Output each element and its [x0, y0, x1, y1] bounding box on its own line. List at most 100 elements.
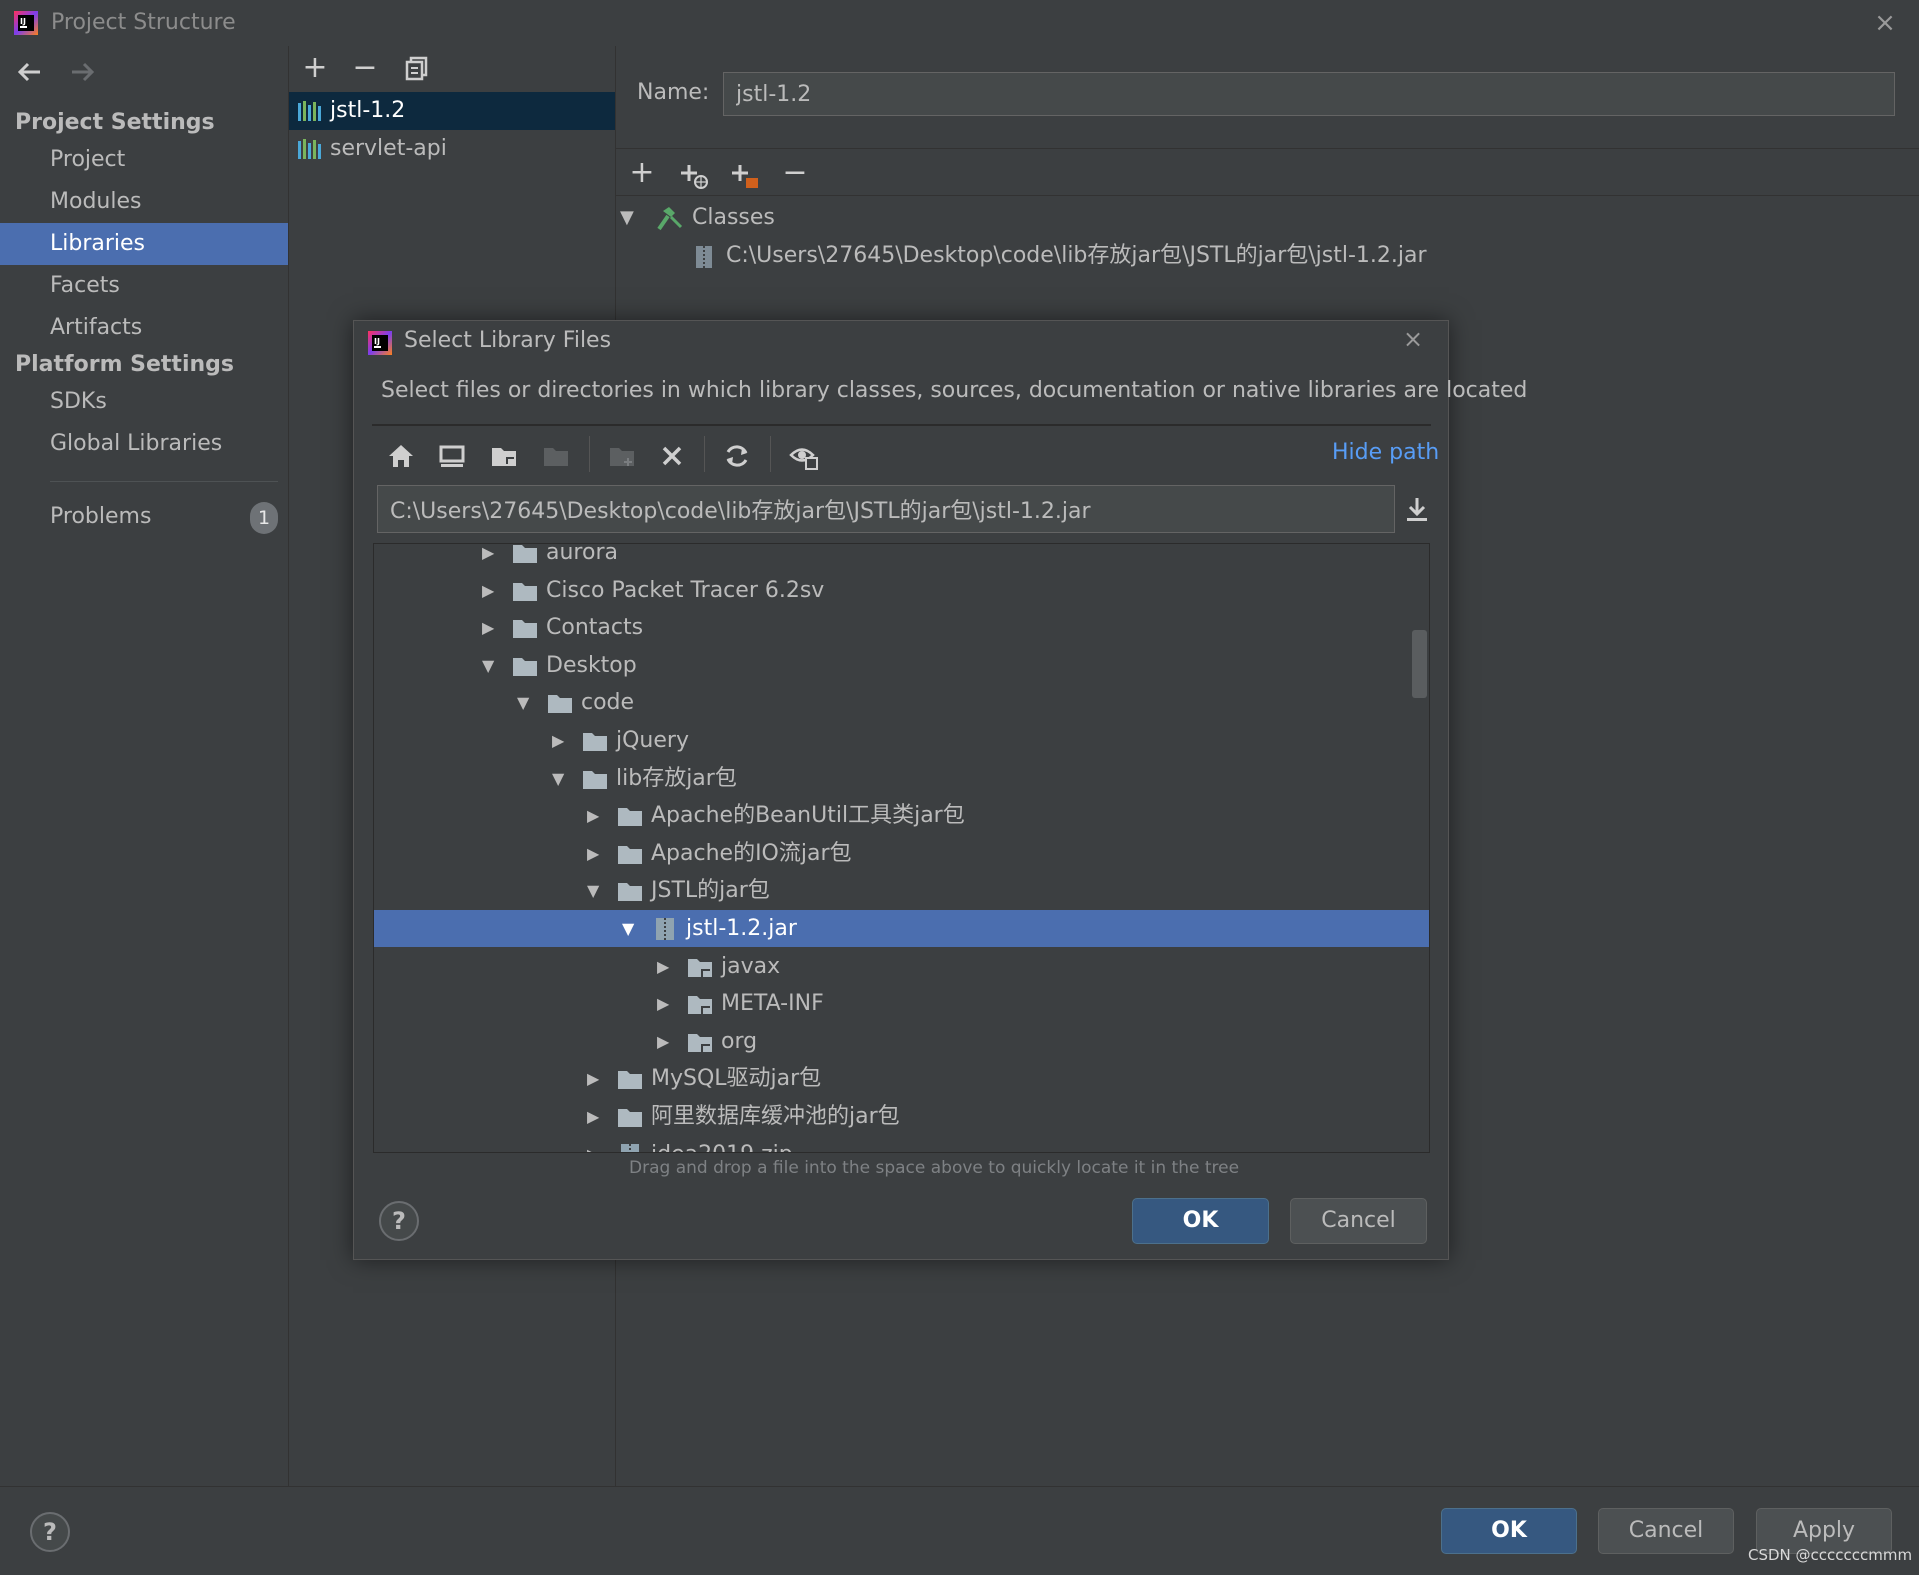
expanded-arrow-icon[interactable]: ▼ [620, 200, 634, 236]
collapsed-arrow-icon[interactable]: ▶ [482, 572, 498, 609]
tree-row[interactable]: ▶ jQuery [374, 722, 1429, 759]
add-web-root-icon[interactable] [677, 158, 711, 192]
tree-row[interactable]: ▶ Apache的IO流jar包 [374, 835, 1429, 872]
nav-item-artifacts[interactable]: Artifacts [0, 307, 288, 349]
divider [372, 424, 1431, 426]
library-icon [297, 138, 323, 160]
tree-row[interactable]: ▶ idea2019.zip [374, 1136, 1429, 1152]
tree-node-label: Cisco Packet Tracer 6.2sv [546, 577, 825, 603]
tree-row[interactable]: ▶ org [374, 1023, 1429, 1060]
desktop-icon[interactable] [434, 438, 470, 474]
dialog-help-button[interactable]: ? [379, 1201, 419, 1241]
platform-settings-header: Platform Settings [15, 352, 234, 377]
classes-label: Classes [692, 205, 775, 230]
tree-row[interactable]: ▼ lib存放jar包 [374, 760, 1429, 797]
collapsed-arrow-icon[interactable]: ▶ [587, 797, 603, 834]
expanded-arrow-icon[interactable]: ▼ [622, 910, 638, 947]
package-icon [687, 956, 713, 978]
library-name-field[interactable] [723, 72, 1895, 116]
remove-root-icon[interactable]: − [778, 158, 812, 188]
expanded-arrow-icon[interactable]: ▼ [552, 760, 568, 797]
add-native-root-icon[interactable] [728, 158, 762, 192]
delete-icon[interactable] [654, 438, 690, 474]
close-icon[interactable]: × [1400, 326, 1426, 352]
tree-row[interactable]: ▶ MySQL驱动jar包 [374, 1060, 1429, 1097]
tree-node-label: code [581, 690, 635, 716]
tree-row[interactable]: ▶ 阿里数据库缓冲池的jar包 [374, 1098, 1429, 1135]
dialog-cancel-button[interactable]: Cancel [1290, 1198, 1427, 1244]
library-row-jstl[interactable]: jstl-1.2 [289, 92, 615, 130]
nav-item-modules[interactable]: Modules [0, 181, 288, 223]
folder-icon [617, 805, 643, 827]
tree-row[interactable]: ▼ JSTL的jar包 [374, 872, 1429, 909]
jar-icon [693, 245, 715, 269]
remove-library-icon[interactable]: − [348, 53, 382, 83]
collapsed-arrow-icon[interactable]: ▶ [482, 544, 498, 571]
package-icon [687, 993, 713, 1015]
collapsed-arrow-icon[interactable]: ▶ [587, 1136, 603, 1152]
tree-node-label: jQuery [616, 728, 689, 753]
add-library-icon[interactable]: + [298, 53, 332, 83]
project-folder-icon[interactable] [486, 438, 522, 474]
tree-node-label: MySQL驱动jar包 [651, 1066, 822, 1092]
library-row-servlet-api[interactable]: servlet-api [289, 130, 615, 168]
expanded-arrow-icon[interactable]: ▼ [517, 684, 533, 721]
dialog-ok-button[interactable]: OK [1132, 1198, 1269, 1244]
tree-row[interactable]: ▶ Cisco Packet Tracer 6.2sv [374, 572, 1429, 609]
folder-icon [547, 692, 573, 714]
collapsed-arrow-icon[interactable]: ▶ [657, 985, 673, 1022]
hide-path-link[interactable]: Hide path [1332, 440, 1439, 465]
tree-row[interactable]: ▶ aurora [374, 544, 1429, 571]
tree-row[interactable]: ▶ META-INF [374, 985, 1429, 1022]
intellij-logo-icon: IJ [14, 11, 38, 35]
collapsed-arrow-icon[interactable]: ▶ [657, 948, 673, 985]
copy-library-icon[interactable] [404, 55, 430, 81]
expanded-arrow-icon[interactable]: ▼ [587, 872, 603, 909]
help-button[interactable]: ? [30, 1512, 70, 1552]
add-root-icon[interactable]: + [625, 158, 659, 188]
collapsed-arrow-icon[interactable]: ▶ [587, 835, 603, 872]
nav-item-project[interactable]: Project [0, 139, 288, 181]
tree-row[interactable]: ▼ code [374, 684, 1429, 721]
tree-node-label: Contacts [546, 615, 644, 641]
folder-icon [617, 1106, 643, 1128]
collapsed-arrow-icon[interactable]: ▶ [587, 1060, 603, 1097]
nav-item-facets[interactable]: Facets [0, 265, 288, 307]
watermark: CSDN @cccccccmmm [1748, 1546, 1913, 1564]
module-folder-icon [538, 438, 574, 474]
nav-item-libraries[interactable]: Libraries [0, 223, 288, 265]
path-field[interactable] [377, 485, 1395, 533]
nav-item-sdks[interactable]: SDKs [0, 381, 288, 423]
tree-row[interactable]: ▼ jstl-1.2.jar [374, 910, 1429, 947]
file-tree[interactable]: ▶ aurora ▶ Cisco Packet Tracer 6.2sv ▶ Contac… [373, 543, 1430, 1153]
back-arrow-icon[interactable] [14, 58, 46, 86]
show-hidden-files-icon[interactable] [786, 438, 822, 474]
folder-icon [582, 730, 608, 752]
download-icon[interactable] [1402, 494, 1432, 524]
svg-text:IJ: IJ [20, 17, 26, 26]
tree-row[interactable]: ▶ Apache的BeanUtil工具类jar包 [374, 797, 1429, 834]
tree-node-label: Apache的IO流jar包 [651, 840, 852, 866]
cancel-button[interactable]: Cancel [1598, 1508, 1734, 1554]
tree-node-label: jstl-1.2.jar [686, 916, 797, 941]
collapsed-arrow-icon[interactable]: ▶ [587, 1098, 603, 1135]
tree-row[interactable]: ▶ javax [374, 948, 1429, 985]
collapsed-arrow-icon[interactable]: ▶ [552, 722, 568, 759]
refresh-icon[interactable] [719, 438, 755, 474]
expanded-arrow-icon[interactable]: ▼ [482, 647, 498, 684]
dialog-description: Select files or directories in which lib… [381, 378, 1528, 403]
tree-node-label: org [721, 1028, 758, 1054]
home-icon[interactable] [383, 438, 419, 474]
class-path-label: C:\Users\27645\Desktop\code\lib存放jar包\JS… [726, 243, 1427, 268]
forward-arrow-icon[interactable] [66, 58, 98, 86]
library-label: jstl-1.2 [330, 98, 406, 123]
nav-item-problems[interactable]: Problems [0, 496, 288, 538]
collapsed-arrow-icon[interactable]: ▶ [482, 609, 498, 646]
ok-button[interactable]: OK [1441, 1508, 1577, 1554]
close-icon[interactable]: × [1872, 10, 1898, 36]
tree-row[interactable]: ▼ Desktop [374, 647, 1429, 684]
nav-item-global-libraries[interactable]: Global Libraries [0, 423, 288, 465]
collapsed-arrow-icon[interactable]: ▶ [657, 1023, 673, 1060]
tree-row[interactable]: ▶ Contacts [374, 609, 1429, 646]
tree-scrollbar[interactable] [1412, 630, 1427, 698]
